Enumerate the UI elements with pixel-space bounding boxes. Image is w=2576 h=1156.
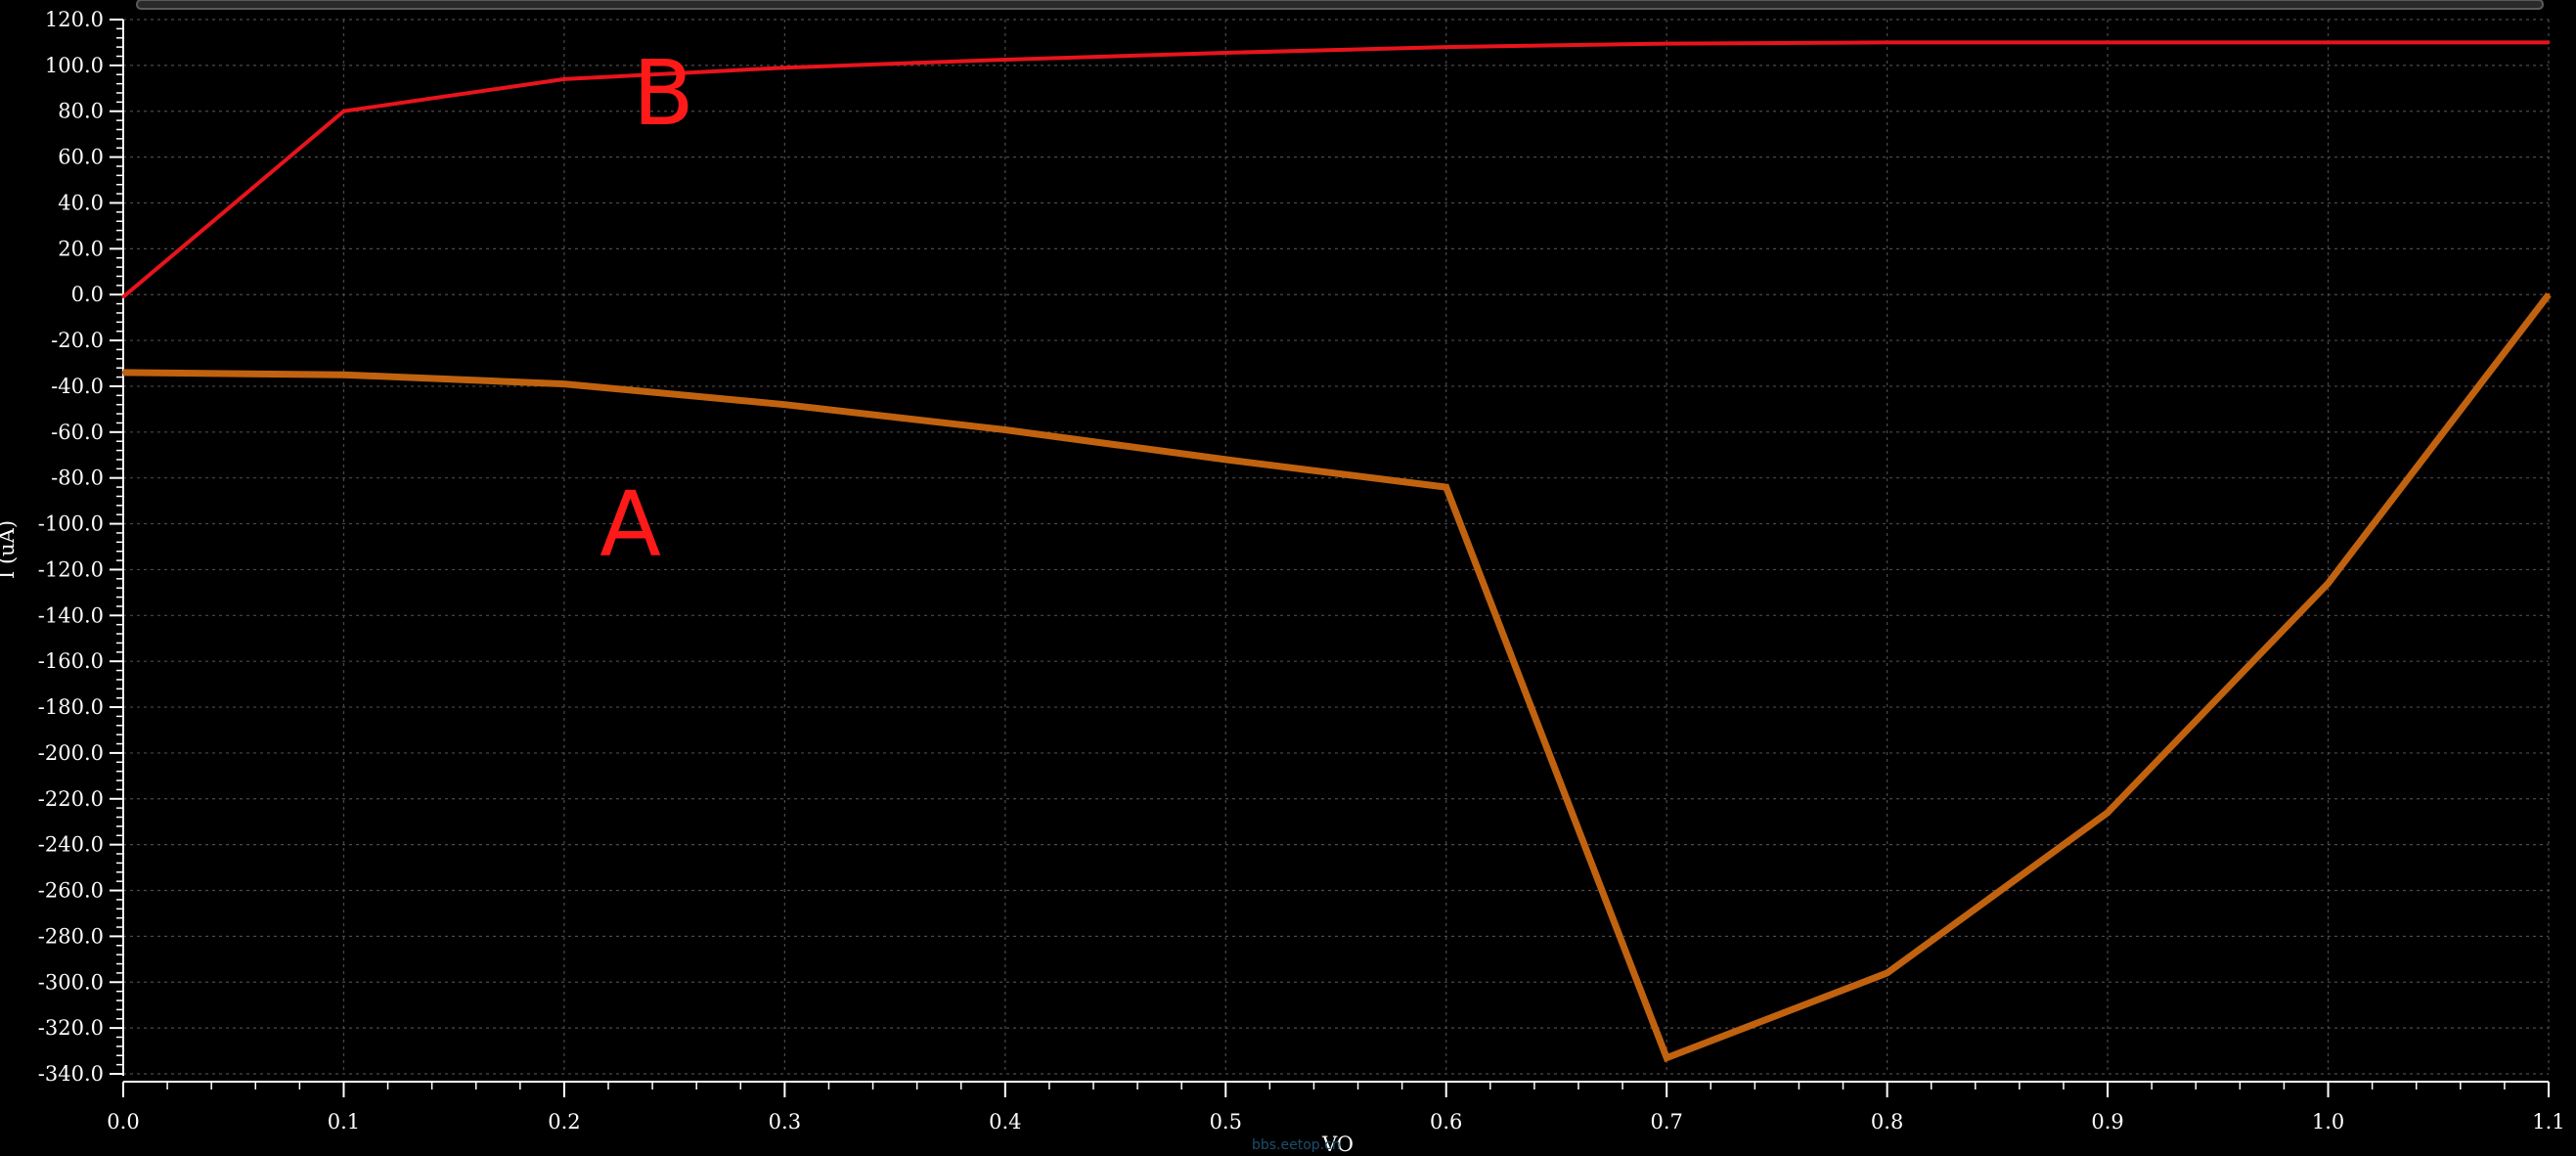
y-tick-label: 0.0 (71, 283, 104, 306)
y-tick-label: -340.0 (38, 1062, 104, 1086)
data-point-A (2106, 811, 2110, 815)
data-point-A (121, 371, 125, 375)
y-tick-label: -320.0 (38, 1016, 104, 1040)
data-point-B (782, 66, 786, 69)
y-tick-label: -280.0 (38, 924, 104, 948)
y-tick-label: 120.0 (45, 8, 104, 31)
y-tick-label: -260.0 (38, 879, 104, 903)
data-point-A (2327, 581, 2331, 585)
data-point-A (1886, 971, 1889, 975)
x-tick-label: 0.7 (1650, 1110, 1682, 1134)
x-tick-label: 0.3 (769, 1110, 801, 1134)
data-point-B (2547, 40, 2551, 44)
y-tick-label: -200.0 (38, 741, 104, 765)
y-tick-label: -140.0 (38, 603, 104, 627)
x-tick-label: 0.5 (1210, 1110, 1242, 1134)
data-point-A (341, 373, 345, 377)
data-point-B (2106, 40, 2110, 44)
data-point-A (2547, 292, 2551, 296)
x-tick-label: 0.6 (1430, 1110, 1462, 1134)
y-tick-label: 100.0 (45, 54, 104, 77)
y-tick-label: -100.0 (38, 512, 104, 536)
data-point-B (1886, 40, 1889, 44)
y-tick-label: 40.0 (58, 191, 104, 214)
x-tick-label: 1.0 (2312, 1110, 2344, 1134)
y-tick-label: -240.0 (38, 833, 104, 857)
top-toolbar-strip (136, 0, 2544, 10)
data-point-B (1003, 58, 1007, 62)
y-tick-label: 60.0 (58, 146, 104, 169)
data-point-B (562, 77, 566, 81)
x-tick-label: 0.8 (1871, 1110, 1903, 1134)
y-tick-label: -300.0 (38, 970, 104, 994)
x-tick-label: 0.2 (548, 1110, 580, 1134)
data-point-B (1444, 45, 1448, 49)
y-tick-label: 80.0 (58, 100, 104, 123)
annotation-A: A (600, 472, 661, 577)
y-tick-label: -80.0 (51, 467, 104, 490)
data-point-B (121, 295, 125, 299)
y-tick-label: -180.0 (38, 695, 104, 719)
y-tick-label: -120.0 (38, 557, 104, 581)
y-tick-label: -40.0 (51, 375, 104, 398)
data-point-A (1223, 458, 1227, 462)
data-point-A (562, 382, 566, 386)
watermark: bbs.eetop.cn (1252, 1137, 1341, 1153)
y-tick-label: -20.0 (51, 329, 104, 352)
data-point-B (341, 110, 345, 113)
x-tick-label: 0.9 (2091, 1110, 2123, 1134)
y-tick-label: -220.0 (38, 787, 104, 811)
y-axis-title: I (uA) (0, 520, 19, 579)
x-tick-label: 0.4 (989, 1110, 1021, 1134)
data-point-B (1223, 51, 1227, 55)
iv-chart: 120.0 100.0 80.0 60.0 40.0 20.0 0.0 -20.0 -40.0 -… (0, 0, 2576, 1156)
x-tick-label: 1.1 (2532, 1110, 2564, 1134)
x-tick-label: 0.0 (107, 1110, 139, 1134)
y-tick-label: 20.0 (58, 237, 104, 260)
y-tick-label: -60.0 (51, 421, 104, 444)
data-point-A (1003, 427, 1007, 431)
data-point-A (1665, 1056, 1668, 1060)
data-point-B (2327, 40, 2331, 44)
data-point-A (1444, 485, 1448, 489)
data-point-B (1665, 42, 1668, 46)
y-tick-label: -160.0 (38, 649, 104, 673)
annotation-B: B (633, 41, 694, 146)
data-point-A (782, 403, 786, 407)
x-tick-label: 0.1 (328, 1110, 360, 1134)
